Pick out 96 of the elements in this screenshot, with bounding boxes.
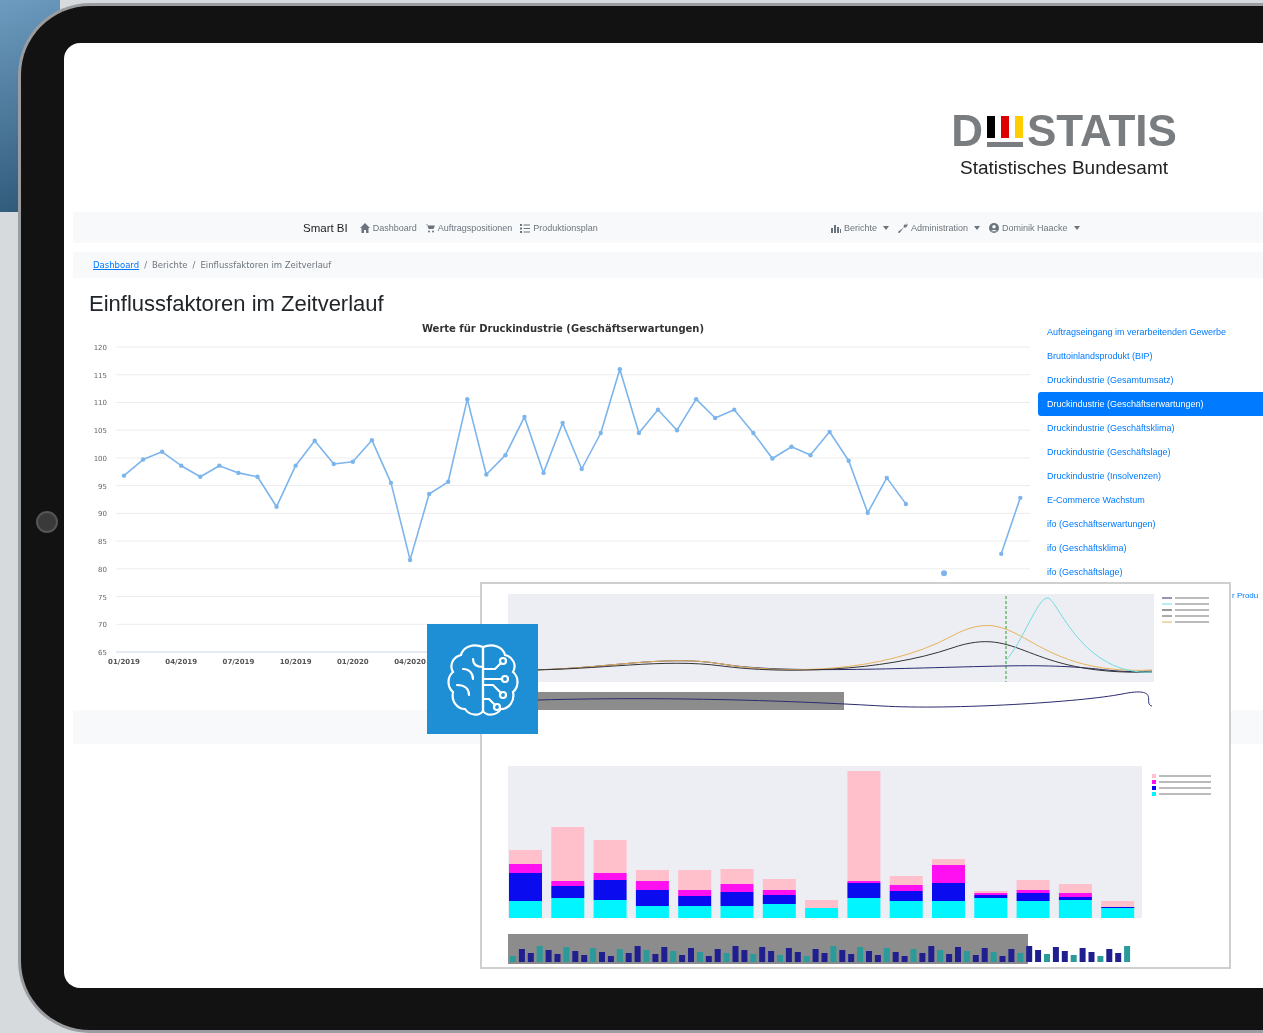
home-icon bbox=[359, 222, 370, 233]
report-list-item[interactable]: Druckindustrie (Insolvenzen) bbox=[1038, 464, 1263, 488]
stacked-bar bbox=[720, 869, 754, 918]
legend bbox=[1161, 597, 1209, 623]
breadcrumb-separator: / bbox=[144, 260, 147, 270]
report-list-item[interactable]: r Produ bbox=[1232, 584, 1259, 608]
data-point bbox=[751, 430, 756, 436]
stacked-bar bbox=[1016, 880, 1050, 918]
data-point bbox=[827, 429, 832, 435]
report-list-item[interactable]: Druckindustrie (Geschäftsklima) bbox=[1038, 416, 1263, 440]
bar-chart-icon bbox=[831, 222, 841, 233]
data-point bbox=[713, 415, 718, 421]
report-list-item[interactable]: ifo (Geschäftslage) bbox=[1038, 560, 1263, 584]
data-point bbox=[236, 470, 241, 476]
data-point bbox=[999, 551, 1004, 557]
page-title: Einflussfaktoren im Zeitverlauf bbox=[89, 292, 385, 316]
report-list-item[interactable]: ifo (Geschäftsklima) bbox=[1038, 536, 1263, 560]
data-point bbox=[274, 504, 279, 509]
data-point bbox=[331, 461, 336, 467]
logo-subtitle: Statistisches Bundesamt bbox=[959, 157, 1168, 179]
chart-title: Werte für Druckindustrie (Geschäftserwartungen) bbox=[420, 323, 706, 336]
report-list-item[interactable]: Druckindustrie (Geschäftserwartungen) bbox=[1038, 392, 1263, 416]
data-point bbox=[388, 480, 394, 486]
report-list-item[interactable]: Druckindustrie (Gesamtumsatz) bbox=[1038, 368, 1263, 392]
user-icon bbox=[989, 222, 1000, 233]
breadcrumb-item: Berichte bbox=[152, 260, 188, 270]
brand-link[interactable]: Smart BI bbox=[303, 221, 348, 234]
stacked-bar bbox=[932, 859, 965, 918]
stacked-bar bbox=[678, 870, 712, 918]
nav-dropdown[interactable]: Dominik Haacke bbox=[989, 222, 1080, 233]
data-point bbox=[522, 414, 527, 420]
wrench-icon bbox=[898, 222, 909, 233]
data-point bbox=[941, 570, 947, 577]
data-point bbox=[198, 474, 203, 479]
stacked-bar bbox=[974, 891, 1008, 918]
stacked-bar bbox=[1101, 901, 1135, 918]
data-point bbox=[484, 472, 489, 477]
data-point bbox=[655, 407, 661, 412]
data-point bbox=[179, 463, 184, 468]
breadcrumb-separator: / bbox=[192, 260, 196, 270]
data-point bbox=[541, 470, 546, 476]
data-point bbox=[808, 452, 813, 458]
data-point bbox=[789, 444, 794, 449]
data-point bbox=[903, 501, 909, 507]
data-point bbox=[636, 430, 642, 436]
data-point bbox=[846, 458, 851, 463]
data-point bbox=[140, 457, 146, 462]
data-point bbox=[293, 463, 298, 468]
stacked-bar bbox=[635, 870, 669, 918]
nav-dropdown[interactable]: Administration bbox=[898, 222, 981, 233]
report-list-item[interactable]: E-Commerce Wachstum bbox=[1038, 488, 1263, 512]
camera-dot bbox=[36, 511, 58, 533]
breadcrumb-link[interactable]: Dashboard bbox=[93, 260, 140, 270]
stacked-bar bbox=[509, 850, 542, 918]
breadcrumb-item: Einflussfaktoren im Zeitverlauf bbox=[200, 260, 332, 270]
data-point bbox=[407, 557, 413, 563]
flag-bars-icon bbox=[984, 114, 1025, 148]
data-point bbox=[884, 475, 889, 481]
stacked-bar bbox=[1058, 884, 1092, 918]
list-icon bbox=[520, 222, 531, 233]
logo-letter: D bbox=[951, 111, 983, 151]
data-point bbox=[217, 463, 222, 468]
data-point bbox=[312, 438, 317, 443]
report-list-item[interactable]: ifo (Geschäftserwartungen) bbox=[1038, 512, 1263, 536]
data-point bbox=[465, 396, 470, 402]
data-point bbox=[159, 449, 165, 454]
legend bbox=[1152, 774, 1211, 796]
nav-link[interactable]: Produktionsplan bbox=[520, 222, 598, 233]
stacked-bar bbox=[889, 876, 923, 918]
data-point bbox=[770, 456, 775, 461]
cart-icon bbox=[424, 222, 435, 233]
data-point bbox=[121, 473, 127, 478]
data-point bbox=[426, 491, 432, 497]
logo-text: STATIS bbox=[1026, 111, 1177, 151]
data-point bbox=[732, 407, 737, 412]
report-list-item[interactable]: Bruttoinlandsprodukt (BIP) bbox=[1038, 344, 1263, 368]
data-point bbox=[350, 459, 356, 464]
stacked-bar bbox=[762, 879, 796, 918]
data-point bbox=[560, 420, 565, 426]
data-point bbox=[598, 430, 603, 436]
report-list-item[interactable]: Druckindustrie (Geschäftslage) bbox=[1038, 440, 1263, 464]
data-point bbox=[617, 367, 623, 372]
nav-dropdown[interactable]: Berichte bbox=[831, 222, 890, 233]
data-point bbox=[255, 474, 260, 479]
data-point bbox=[1018, 495, 1023, 501]
nav-link[interactable]: Auftragspositionen bbox=[424, 222, 513, 233]
data-point bbox=[579, 466, 584, 472]
data-point bbox=[674, 428, 680, 433]
data-point bbox=[693, 396, 699, 402]
report-list-item[interactable]: Auftragseingang im verarbeitenden Gewerbe bbox=[1038, 320, 1263, 344]
stacked-bar bbox=[805, 900, 839, 918]
data-point bbox=[503, 452, 508, 458]
data-point bbox=[865, 510, 870, 515]
data-point bbox=[369, 437, 375, 443]
nav-link[interactable]: Dashboard bbox=[359, 222, 417, 233]
data-point bbox=[446, 479, 451, 484]
